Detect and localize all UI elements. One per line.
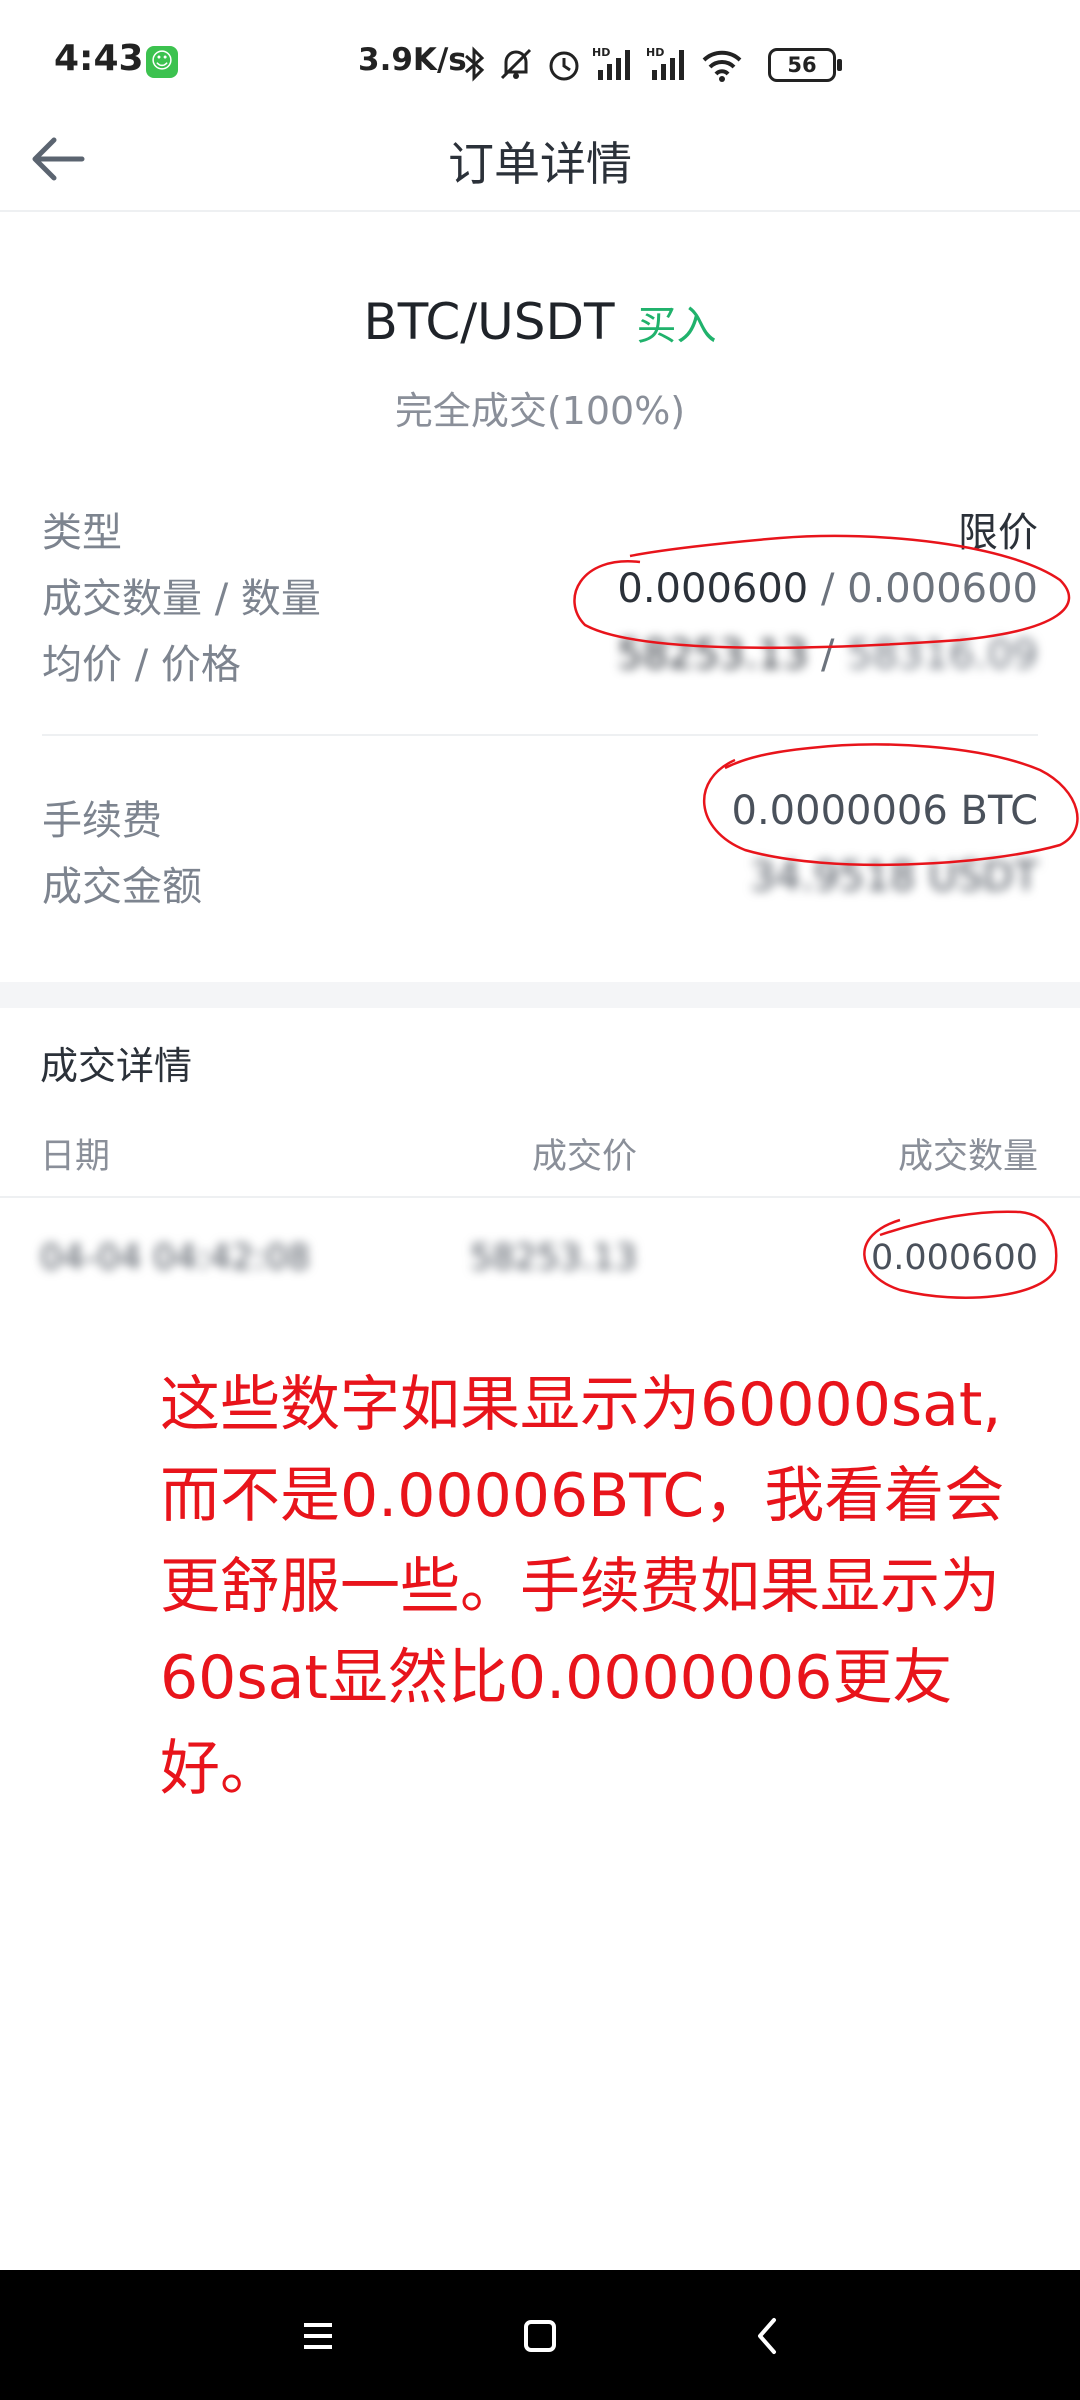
mute-icon [500,48,532,80]
order-type-value: 限价 [958,510,1038,556]
trade-amount: 0.000600 [870,1238,1038,1278]
battery-icon: 56 [768,48,842,82]
column-header-date: 日期 [40,1137,111,1177]
wifi-icon [702,50,742,82]
filled-amount-row: 成交数量 / 数量 0.000600 / 0.000600 [42,566,1038,626]
avg-price-value: 58253.13 / 58316.09 [617,632,1038,678]
column-header-price: 成交价 [532,1137,638,1177]
total-value: 34.9518 USDT [749,854,1038,900]
filled-amount: 0.000600 [617,566,809,612]
system-nav-bar [0,2270,1080,2400]
total-label: 成交金额 [42,864,202,910]
fee-value: 0.0000006 BTC [731,788,1038,834]
table-divider [0,1196,1080,1198]
limit-price: 58316.09 [847,632,1038,678]
bluetooth-icon [465,46,485,82]
divider [42,734,1038,736]
network-speed: 3.9K/s [358,42,467,78]
filled-amount-value: 0.000600 / 0.000600 [617,566,1038,612]
fee-row: 手续费 0.0000006 BTC [42,788,1038,848]
app-notification-icon: ☺ [146,46,178,78]
status-icons: HD HD [462,40,744,88]
order-type-row: 类型 限价 [42,500,1038,560]
order-type-label: 类型 [42,510,122,556]
signal-hd-icon: HD [646,46,684,80]
pair-label: BTC/USDT [363,293,615,351]
order-amount: 0.000600 [847,566,1038,612]
trade-details-title: 成交详情 [40,1044,193,1088]
status-bar: 4:43 ☺ 3.9K/s HD HD 56 [0,0,1080,128]
svg-text:HD: HD [592,46,610,59]
fee-label: 手续费 [42,798,162,844]
status-time: 4:43 [54,38,144,79]
total-row: 成交金额 34.9518 USDT [42,854,1038,914]
alarm-icon [549,51,579,81]
order-side-badge: 买入 [636,303,717,349]
column-header-amount: 成交数量 [897,1137,1038,1177]
annotation-circles [573,534,1079,1299]
menu-icon[interactable] [290,2308,346,2364]
page-title: 订单详情 [448,137,632,191]
section-gap [0,982,1080,1008]
avg-price-label: 均价 / 价格 [42,642,241,688]
app-header: 订单详情 [0,110,1080,212]
filled-amount-label: 成交数量 / 数量 [42,576,321,622]
order-status: 完全成交(100%) [394,389,686,433]
trading-pair: BTC/USDT 买入 [0,293,1080,351]
avg-price-row: 均价 / 价格 58253.13 / 58316.09 [42,632,1038,692]
avg-price: 58253.13 [617,632,809,678]
signal-hd-icon: HD [592,46,630,80]
trade-price: 58253.13 [470,1238,638,1278]
back-icon[interactable] [740,2308,796,2364]
annotation-note: 这些数字如果显示为60000sat,而不是0.00006BTC，我看着会更舒服一… [160,1370,1005,1804]
svg-text:HD: HD [646,46,664,59]
trade-date: 04-04 04:42:08 [40,1238,311,1278]
home-icon[interactable] [512,2308,568,2364]
